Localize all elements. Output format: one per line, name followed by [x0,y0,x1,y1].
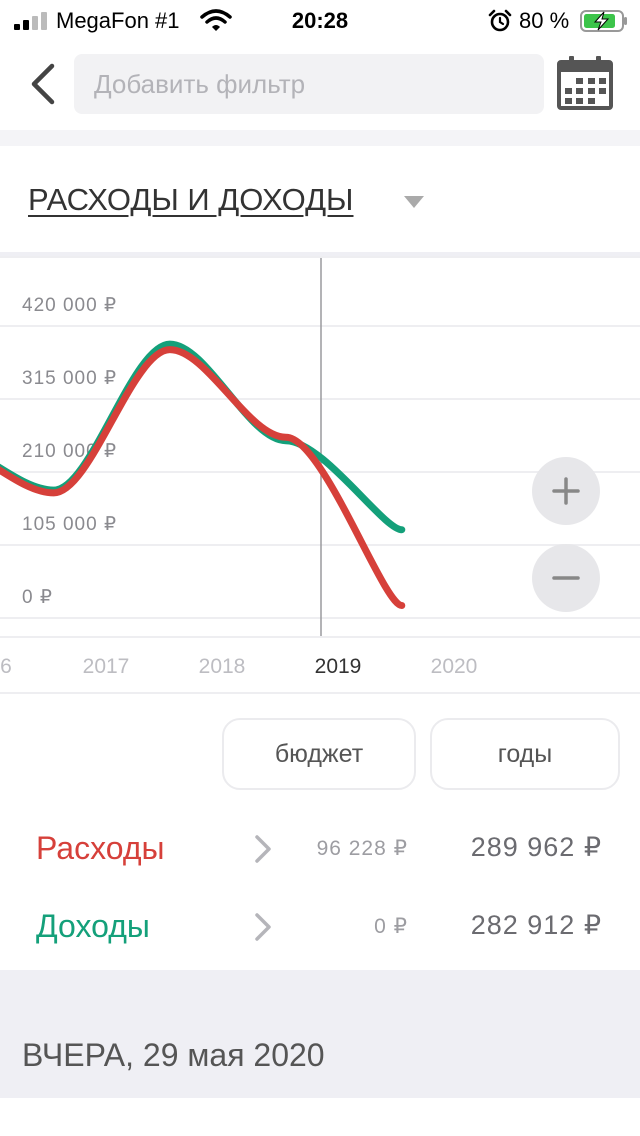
income-total-amount: 282 912 ₽ [470,910,602,940]
alarm-icon [488,9,512,32]
budget-button[interactable]: бюджет [222,718,416,790]
chevron-right-icon [255,913,271,941]
status-bar: MegaFon #1 20:28 80 % [0,0,640,40]
battery-charging-icon [580,10,627,32]
calendar-icon[interactable] [556,54,614,112]
section-separator [0,130,640,146]
transaction-list-start [0,1098,640,1136]
plus-icon [552,477,580,505]
y-tick-label: 420 000 ₽ [22,295,117,316]
caret-down-icon[interactable] [404,196,424,208]
x-tick-label[interactable]: 2019 [315,655,362,679]
x-tick-label[interactable]: 2017 [83,655,130,679]
x-tick-label[interactable]: 2018 [199,655,246,679]
x-axis[interactable]: 6 2017 2018 2019 2020 [0,636,640,692]
filter-input[interactable] [74,54,544,114]
expenses-total-amount: 289 962 ₽ [470,832,602,862]
zoom-out-button[interactable] [532,544,600,612]
x-tick-label[interactable]: 2020 [431,655,478,679]
chevron-right-icon [255,835,271,863]
expenses-period-amount: 96 228 ₽ [316,837,408,860]
income-row[interactable]: Доходы 0 ₽ 282 912 ₽ [0,892,640,962]
years-button[interactable]: годы [430,718,620,790]
date-section-header: ВЧЕРА, 29 мая 2020 [22,1037,325,1073]
report-title-row: РАСХОДЫ И ДОХОДЫ [0,146,640,252]
minus-icon [552,576,580,580]
y-tick-label: 0 ₽ [22,587,53,608]
y-tick-label: 105 000 ₽ [22,514,117,535]
report-type-selector[interactable]: РАСХОДЫ И ДОХОДЫ [28,182,354,218]
zoom-in-button[interactable] [532,457,600,525]
expenses-row[interactable]: Расходы 96 228 ₽ 289 962 ₽ [0,814,640,884]
nav-bar [0,40,640,130]
x-tick-label[interactable]: 6 [0,655,12,679]
y-tick-label: 315 000 ₽ [22,368,117,389]
income-period-amount: 0 ₽ [374,915,408,938]
income-label: Доходы [36,908,150,944]
summary-panel: бюджет годы Расходы 96 228 ₽ 289 962 ₽ Д… [0,692,640,970]
expenses-label: Расходы [36,830,165,866]
chart-area[interactable]: 420 000 ₽315 000 ₽210 000 ₽105 000 ₽0 ₽ [0,256,640,636]
back-chevron-icon[interactable] [24,60,64,108]
battery-percent: 80 % [519,8,570,33]
